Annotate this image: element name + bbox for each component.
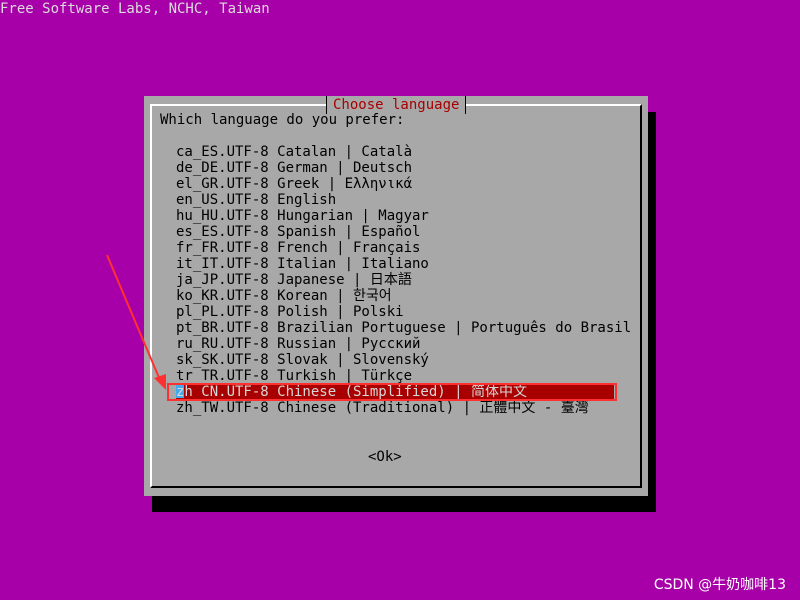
language-option-label: pt_BR.UTF-8 Brazilian Portuguese | Portu… (176, 320, 632, 336)
language-option-label: de_DE.UTF-8 German | Deutsch (176, 160, 413, 176)
language-option-label: el_GR.UTF-8 Greek | Ελληνικά (176, 176, 413, 192)
language-option-label: it_IT.UTF-8 Italian | Italiano (176, 256, 429, 272)
ok-button[interactable]: <Ok> (368, 448, 402, 466)
language-option-label: zh_CN.UTF-8 Chinese (Simplified) | 简体中文 (176, 384, 528, 400)
language-list: ca_ES.UTF-8 Catalan | Català de_DE.UTF-8 … (176, 144, 636, 416)
language-option-label: es_ES.UTF-8 Spanish | Español (176, 224, 421, 240)
language-option[interactable]: en_US.UTF-8 English (176, 192, 636, 208)
language-option[interactable]: hu_HU.UTF-8 Hungarian | Magyar (176, 208, 636, 224)
language-option-label: fr_FR.UTF-8 French | Français (176, 240, 421, 256)
language-option-label: hu_HU.UTF-8 Hungarian | Magyar (176, 208, 429, 224)
language-option[interactable]: pt_BR.UTF-8 Brazilian Portuguese | Portu… (176, 320, 636, 336)
header-text: Free Software Labs, NCHC, Taiwan (0, 1, 270, 17)
language-dialog: Choose language Which language do you pr… (144, 96, 648, 496)
language-option-label: ru_RU.UTF-8 Russian | Русский (176, 336, 421, 352)
language-option-label: tr_TR.UTF-8 Turkish | Türkçe (176, 368, 413, 384)
language-option[interactable]: es_ES.UTF-8 Spanish | Español (176, 224, 636, 240)
language-option[interactable]: it_IT.UTF-8 Italian | Italiano (176, 256, 636, 272)
language-option[interactable]: el_GR.UTF-8 Greek | Ελληνικά (176, 176, 636, 192)
language-option-label: ja_JP.UTF-8 Japanese | 日本語 (176, 272, 412, 288)
language-option[interactable]: zh_CN.UTF-8 Chinese (Simplified) | 简体中文 (176, 384, 614, 400)
language-option[interactable]: ko_KR.UTF-8 Korean | 한국어 (176, 288, 636, 304)
language-option[interactable]: pl_PL.UTF-8 Polish | Polski (176, 304, 636, 320)
language-option[interactable]: fr_FR.UTF-8 French | Français (176, 240, 636, 256)
language-option[interactable]: de_DE.UTF-8 German | Deutsch (176, 160, 636, 176)
language-option[interactable]: ja_JP.UTF-8 Japanese | 日本語 (176, 272, 636, 288)
language-option-label: ca_ES.UTF-8 Catalan | Català (176, 144, 413, 160)
annotation-arrow-icon (106, 254, 166, 390)
language-option-label: en_US.UTF-8 English (176, 192, 337, 208)
language-option-label: ko_KR.UTF-8 Korean | 한국어 (176, 288, 392, 304)
language-option-label: sk_SK.UTF-8 Slovak | Slovenský (176, 352, 429, 368)
dialog-prompt: Which language do you prefer: (160, 112, 405, 128)
language-option[interactable]: ca_ES.UTF-8 Catalan | Català (176, 144, 636, 160)
language-option[interactable]: ru_RU.UTF-8 Russian | Русский (176, 336, 636, 352)
language-option-label: pl_PL.UTF-8 Polish | Polski (176, 304, 404, 320)
language-option[interactable]: zh_TW.UTF-8 Chinese (Traditional) | 正體中文… (176, 400, 636, 416)
language-option-label: zh_TW.UTF-8 Chinese (Traditional) | 正體中文… (176, 400, 589, 416)
language-option[interactable]: tr_TR.UTF-8 Turkish | Türkçe (176, 368, 636, 384)
watermark: CSDN @牛奶咖啡13 (653, 577, 786, 593)
language-option[interactable]: sk_SK.UTF-8 Slovak | Slovenský (176, 352, 636, 368)
